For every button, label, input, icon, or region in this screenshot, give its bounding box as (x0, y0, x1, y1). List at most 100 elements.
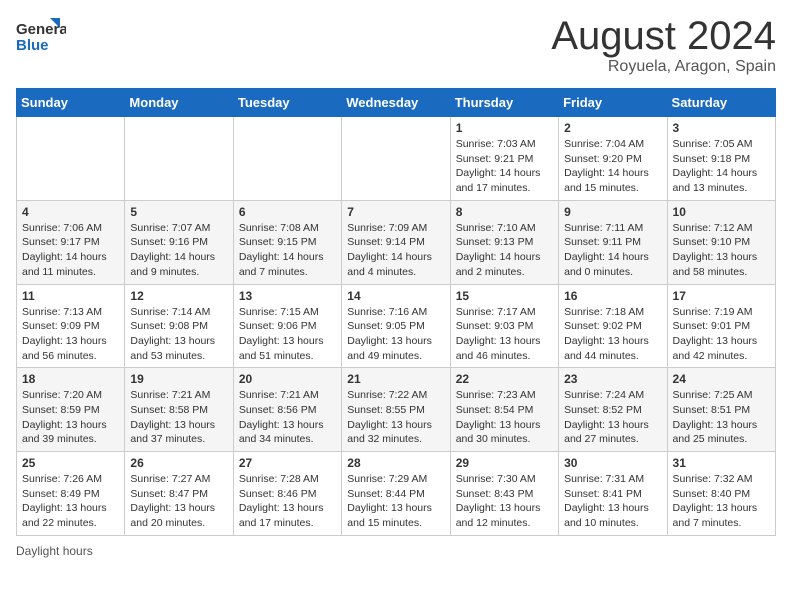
day-info-23: Sunrise: 7:24 AMSunset: 8:52 PMDaylight:… (564, 388, 661, 447)
cell-w3-d2: 20 Sunrise: 7:21 AMSunset: 8:56 PMDayligh… (233, 368, 341, 452)
header: General Blue August 2024 Royuela, Aragon… (16, 16, 776, 76)
header-sunday: Sunday (17, 89, 125, 117)
week-row-3: 18 Sunrise: 7:20 AMSunset: 8:59 PMDayligh… (17, 368, 776, 452)
day-info-27: Sunrise: 7:28 AMSunset: 8:46 PMDaylight:… (239, 472, 336, 531)
day-info-5: Sunrise: 7:07 AMSunset: 9:16 PMDaylight:… (130, 221, 227, 280)
day-info-18: Sunrise: 7:20 AMSunset: 8:59 PMDaylight:… (22, 388, 119, 447)
day-info-22: Sunrise: 7:23 AMSunset: 8:54 PMDaylight:… (456, 388, 553, 447)
cell-w3-d0: 18 Sunrise: 7:20 AMSunset: 8:59 PMDayligh… (17, 368, 125, 452)
day-number-31: 31 (673, 456, 770, 470)
day-number-1: 1 (456, 121, 553, 135)
day-number-13: 13 (239, 289, 336, 303)
cell-w1-d0: 4Sunrise: 7:06 AMSunset: 9:17 PMDaylight… (17, 200, 125, 284)
day-info-16: Sunrise: 7:18 AMSunset: 9:02 PMDaylight:… (564, 305, 661, 364)
cell-w3-d4: 22 Sunrise: 7:23 AMSunset: 8:54 PMDayligh… (450, 368, 558, 452)
cell-w0-d3 (342, 117, 450, 201)
day-number-6: 6 (239, 205, 336, 219)
day-info-8: Sunrise: 7:10 AMSunset: 9:13 PMDaylight:… (456, 221, 553, 280)
cell-w2-d5: 16 Sunrise: 7:18 AMSunset: 9:02 PMDayligh… (559, 284, 667, 368)
cell-w2-d2: 13 Sunrise: 7:15 AMSunset: 9:06 PMDayligh… (233, 284, 341, 368)
day-number-2: 2 (564, 121, 661, 135)
cell-w2-d3: 14 Sunrise: 7:16 AMSunset: 9:05 PMDayligh… (342, 284, 450, 368)
day-info-12: Sunrise: 7:14 AMSunset: 9:08 PMDaylight:… (130, 305, 227, 364)
day-info-31: Sunrise: 7:32 AMSunset: 8:40 PMDaylight:… (673, 472, 770, 531)
day-info-2: Sunrise: 7:04 AMSunset: 9:20 PMDaylight:… (564, 137, 661, 196)
header-saturday: Saturday (667, 89, 775, 117)
footer-note: Daylight hours (16, 544, 776, 558)
cell-w0-d1 (125, 117, 233, 201)
day-info-11: Sunrise: 7:13 AMSunset: 9:09 PMDaylight:… (22, 305, 119, 364)
cell-w3-d1: 19 Sunrise: 7:21 AMSunset: 8:58 PMDayligh… (125, 368, 233, 452)
day-number-8: 8 (456, 205, 553, 219)
day-number-28: 28 (347, 456, 444, 470)
logo-svg: General Blue (16, 16, 66, 61)
day-number-4: 4 (22, 205, 119, 219)
cell-w2-d4: 15Sunrise: 7:17 AMSunset: 9:03 PMDayligh… (450, 284, 558, 368)
day-number-21: 21 (347, 372, 444, 386)
day-info-17: Sunrise: 7:19 AMSunset: 9:01 PMDaylight:… (673, 305, 770, 364)
cell-w0-d2 (233, 117, 341, 201)
day-number-20: 20 (239, 372, 336, 386)
day-number-22: 22 (456, 372, 553, 386)
day-number-29: 29 (456, 456, 553, 470)
cell-w2-d6: 17 Sunrise: 7:19 AMSunset: 9:01 PMDayligh… (667, 284, 775, 368)
day-info-19: Sunrise: 7:21 AMSunset: 8:58 PMDaylight:… (130, 388, 227, 447)
day-info-13: Sunrise: 7:15 AMSunset: 9:06 PMDaylight:… (239, 305, 336, 364)
day-info-26: Sunrise: 7:27 AMSunset: 8:47 PMDaylight:… (130, 472, 227, 531)
cell-w0-d6: 3Sunrise: 7:05 AMSunset: 9:18 PMDaylight… (667, 117, 775, 201)
location-title: Royuela, Aragon, Spain (551, 58, 776, 76)
day-number-16: 16 (564, 289, 661, 303)
day-number-7: 7 (347, 205, 444, 219)
cell-w2-d0: 11 Sunrise: 7:13 AMSunset: 9:09 PMDayligh… (17, 284, 125, 368)
day-number-14: 14 (347, 289, 444, 303)
cell-w1-d5: 9Sunrise: 7:11 AMSunset: 9:11 PMDaylight… (559, 200, 667, 284)
day-info-7: Sunrise: 7:09 AMSunset: 9:14 PMDaylight:… (347, 221, 444, 280)
cell-w1-d4: 8 Sunrise: 7:10 AMSunset: 9:13 PMDaylight… (450, 200, 558, 284)
cell-w0-d4: 1Sunrise: 7:03 AMSunset: 9:21 PMDaylight… (450, 117, 558, 201)
cell-w3-d6: 24Sunrise: 7:25 AMSunset: 8:51 PMDayligh… (667, 368, 775, 452)
day-info-15: Sunrise: 7:17 AMSunset: 9:03 PMDaylight:… (456, 305, 553, 364)
day-info-14: Sunrise: 7:16 AMSunset: 9:05 PMDaylight:… (347, 305, 444, 364)
cell-w4-d4: 29Sunrise: 7:30 AMSunset: 8:43 PMDayligh… (450, 452, 558, 536)
week-row-0: 1Sunrise: 7:03 AMSunset: 9:21 PMDaylight… (17, 117, 776, 201)
cell-w4-d1: 26 Sunrise: 7:27 AMSunset: 8:47 PMDayligh… (125, 452, 233, 536)
day-info-20: Sunrise: 7:21 AMSunset: 8:56 PMDaylight:… (239, 388, 336, 447)
cell-w4-d3: 28 Sunrise: 7:29 AMSunset: 8:44 PMDayligh… (342, 452, 450, 536)
day-number-18: 18 (22, 372, 119, 386)
week-row-2: 11 Sunrise: 7:13 AMSunset: 9:09 PMDayligh… (17, 284, 776, 368)
cell-w2-d1: 12 Sunrise: 7:14 AMSunset: 9:08 PMDayligh… (125, 284, 233, 368)
cell-w4-d0: 25Sunrise: 7:26 AMSunset: 8:49 PMDayligh… (17, 452, 125, 536)
week-row-4: 25Sunrise: 7:26 AMSunset: 8:49 PMDayligh… (17, 452, 776, 536)
day-info-30: Sunrise: 7:31 AMSunset: 8:41 PMDaylight:… (564, 472, 661, 531)
day-number-10: 10 (673, 205, 770, 219)
day-info-28: Sunrise: 7:29 AMSunset: 8:44 PMDaylight:… (347, 472, 444, 531)
cell-w4-d5: 30 Sunrise: 7:31 AMSunset: 8:41 PMDayligh… (559, 452, 667, 536)
cell-w0-d5: 2 Sunrise: 7:04 AMSunset: 9:20 PMDaylight… (559, 117, 667, 201)
header-wednesday: Wednesday (342, 89, 450, 117)
day-info-6: Sunrise: 7:08 AMSunset: 9:15 PMDaylight:… (239, 221, 336, 280)
cell-w3-d3: 21 Sunrise: 7:22 AMSunset: 8:55 PMDayligh… (342, 368, 450, 452)
day-number-27: 27 (239, 456, 336, 470)
month-title: August 2024 (551, 16, 776, 56)
cell-w1-d1: 5 Sunrise: 7:07 AMSunset: 9:16 PMDaylight… (125, 200, 233, 284)
day-number-5: 5 (130, 205, 227, 219)
daylight-hours-label: Daylight hours (16, 544, 93, 558)
day-info-10: Sunrise: 7:12 AMSunset: 9:10 PMDaylight:… (673, 221, 770, 280)
header-tuesday: Tuesday (233, 89, 341, 117)
day-number-30: 30 (564, 456, 661, 470)
day-number-12: 12 (130, 289, 227, 303)
cell-w1-d3: 7 Sunrise: 7:09 AMSunset: 9:14 PMDaylight… (342, 200, 450, 284)
day-number-3: 3 (673, 121, 770, 135)
day-info-25: Sunrise: 7:26 AMSunset: 8:49 PMDaylight:… (22, 472, 119, 531)
day-number-11: 11 (22, 289, 119, 303)
day-number-24: 24 (673, 372, 770, 386)
day-number-17: 17 (673, 289, 770, 303)
logo: General Blue (16, 16, 66, 61)
day-info-21: Sunrise: 7:22 AMSunset: 8:55 PMDaylight:… (347, 388, 444, 447)
days-header-row: SundayMondayTuesdayWednesdayThursdayFrid… (17, 89, 776, 117)
cell-w0-d0 (17, 117, 125, 201)
calendar-table: SundayMondayTuesdayWednesdayThursdayFrid… (16, 88, 776, 536)
cell-w3-d5: 23Sunrise: 7:24 AMSunset: 8:52 PMDayligh… (559, 368, 667, 452)
day-number-19: 19 (130, 372, 227, 386)
day-number-26: 26 (130, 456, 227, 470)
